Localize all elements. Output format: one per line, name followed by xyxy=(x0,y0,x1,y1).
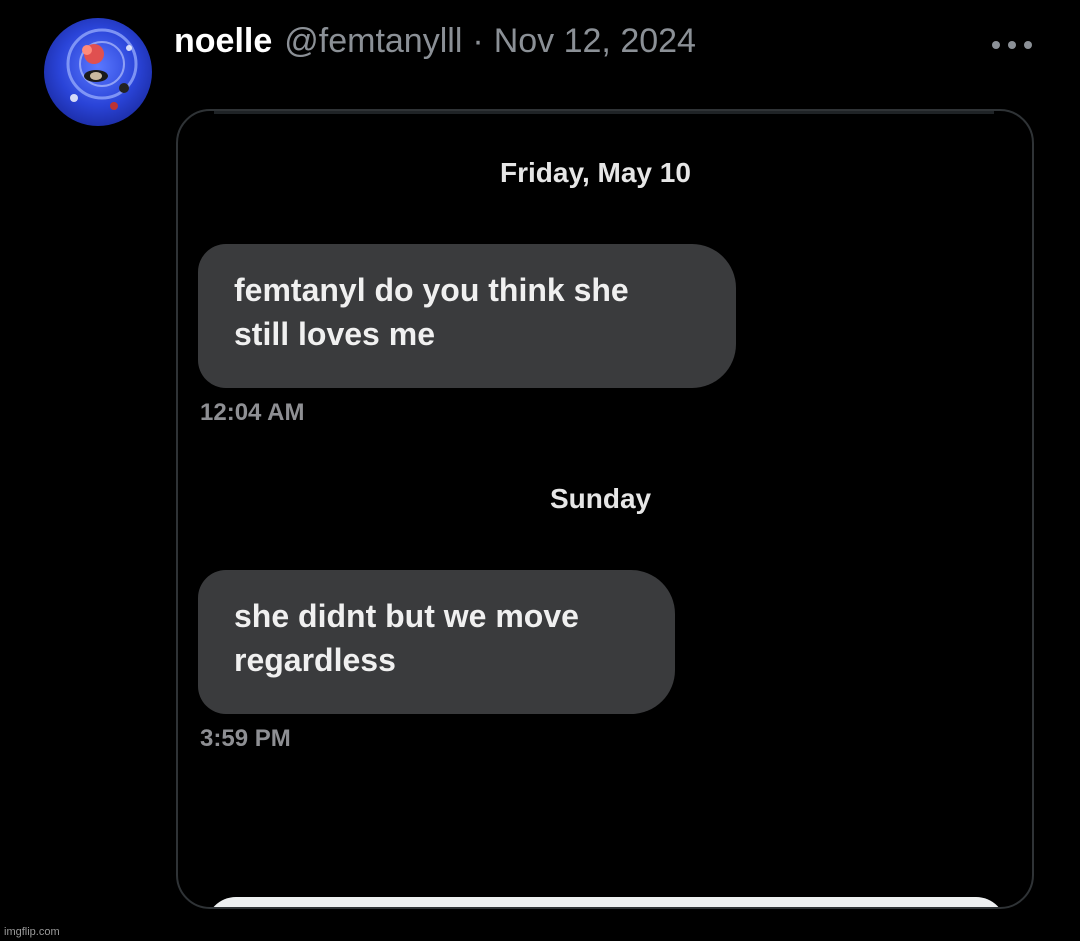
user-handle[interactable]: @femtanylll xyxy=(284,22,462,61)
message-input-edge xyxy=(206,897,1006,907)
avatar-image xyxy=(44,18,152,126)
message-bubble: she didnt but we move regardless xyxy=(198,570,675,714)
message-line: she didnt but we move xyxy=(234,598,579,634)
avatar[interactable] xyxy=(44,18,152,126)
message-line: femtanyl do you think she xyxy=(234,272,629,308)
display-name[interactable]: noelle xyxy=(174,22,272,61)
media-top-edge xyxy=(214,111,994,114)
watermark: imgflip.com xyxy=(4,926,60,938)
more-options-icon[interactable] xyxy=(992,38,1032,52)
message-bubble: femtanyl do you think she still loves me xyxy=(198,244,736,388)
post-header: noelle @femtanylll · Nov 12, 2024 xyxy=(174,22,696,68)
message-time: 3:59 PM xyxy=(200,725,291,752)
day-label: Sunday xyxy=(550,483,652,514)
separator: · xyxy=(472,22,484,60)
media-attachment[interactable]: Friday, May 10 femtanyl do you think she… xyxy=(176,109,1034,909)
message-line: regardless xyxy=(234,642,396,678)
message-time: 12:04 AM xyxy=(200,399,305,426)
post-date[interactable]: Nov 12, 2024 xyxy=(494,22,696,61)
message-line: still loves me xyxy=(234,316,435,352)
day-label: Friday, May 10 xyxy=(500,157,691,188)
